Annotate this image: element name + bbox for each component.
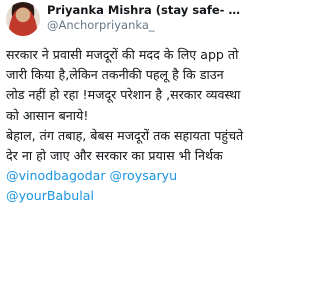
author-handle[interactable]: @Anchorpriyanka_ [47,18,244,33]
tweet-paragraph-1: सरकार ने प्रवासी मजदूरों की मदद के लिए a… [6,47,241,123]
mentions-line: @vinodbagodar @roysaryu @yourBabulal [6,166,244,206]
mention-link-vinodbagodar[interactable]: @vinodbagodar [6,168,106,183]
tweet-text: सरकार ने प्रवासी मजदूरों की मदद के लिए a… [6,45,244,207]
tweet-card: Priyanka Mishra (stay safe- stay ho... @… [0,0,250,299]
mention-link-roysaryu[interactable]: @roysaryu [110,168,178,183]
avatar[interactable] [6,2,40,36]
author-display-name[interactable]: Priyanka Mishra (stay safe- stay ho... [47,3,244,18]
tweet-header: Priyanka Mishra (stay safe- stay ho... @… [6,0,244,42]
tweet-paragraph-2: बेहाल, तंग तबाह, बेबस मजदूरों तक सहायता … [6,127,244,164]
mention-link-yourbabulal[interactable]: @yourBabulal [6,188,94,203]
author-names: Priyanka Mishra (stay safe- stay ho... @… [47,3,244,33]
